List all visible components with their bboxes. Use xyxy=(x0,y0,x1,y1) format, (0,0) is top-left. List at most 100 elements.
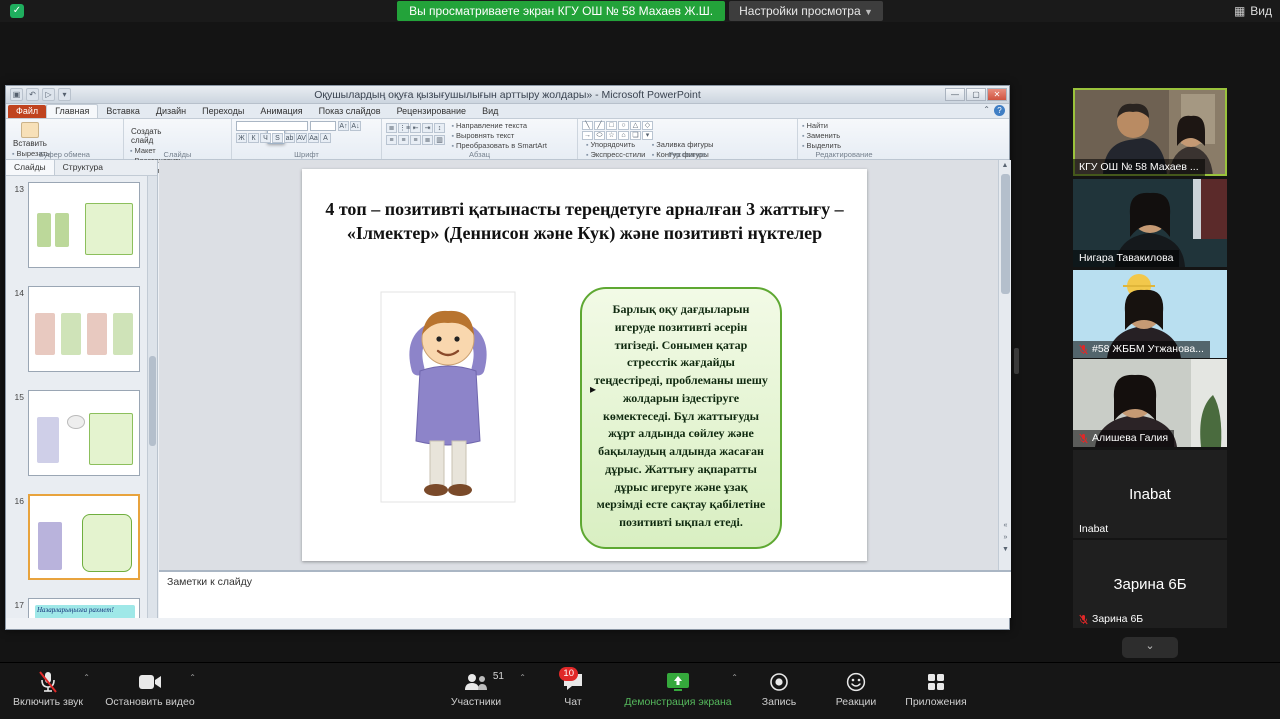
collapse-videos-button[interactable]: ⌄ xyxy=(1122,637,1178,658)
ribbon-group-drawing: ╲╱□○△◇→⬭☆⌂❏▾ Упорядочить Экспресс-стили … xyxy=(578,119,798,159)
chevron-up-icon[interactable]: ⌃ xyxy=(83,673,90,682)
participant-name: Нигара Тавакилова xyxy=(1073,250,1179,267)
muted-mic-icon xyxy=(37,670,59,694)
align-text-button[interactable]: Выровнять текст xyxy=(451,131,546,140)
font-style-buttons[interactable]: ЖКЧSabAVAaA xyxy=(236,133,377,143)
unmute-button[interactable]: Включить звук ⌃ xyxy=(0,669,96,715)
slide-title: 4 топ – позитивті қатынасты тереңдетуге … xyxy=(324,197,845,246)
muted-mic-icon xyxy=(1079,433,1088,444)
smiley-icon xyxy=(846,672,866,692)
participant-name: #58 ЖББМ Утжанова... xyxy=(1073,341,1210,358)
participant-name: Алишева Галия xyxy=(1073,430,1174,447)
participant-display-name: Inabat xyxy=(1073,486,1227,503)
previous-slide-icon[interactable]: « xyxy=(999,520,1012,532)
participant-tile[interactable]: Inabat Inabat xyxy=(1073,450,1227,538)
shrink-font-icon[interactable]: A↓ xyxy=(350,121,361,131)
reactions-button[interactable]: Реакции xyxy=(818,669,894,715)
tab-outline[interactable]: Структура xyxy=(55,160,111,175)
close-button[interactable]: ✕ xyxy=(987,88,1007,101)
window-title: Оқушылардың оқуға қызығушылығын арттыру … xyxy=(6,86,1009,104)
view-mode-label: Вид xyxy=(1250,1,1272,21)
next-slide-icon[interactable]: » xyxy=(999,532,1012,544)
chat-button[interactable]: 10 Чат xyxy=(534,669,612,715)
slide-thumbnail-15[interactable]: 15 xyxy=(10,390,146,486)
tab-home[interactable]: Главная xyxy=(46,104,98,118)
ribbon-tab-bar: Файл Главная Вставка Дизайн Переходы Ани… xyxy=(6,104,1009,119)
participant-tile-host[interactable]: КГУ ОШ № 58 Махаев ... xyxy=(1073,88,1227,176)
tab-file[interactable]: Файл xyxy=(8,105,46,118)
minimize-button[interactable]: — xyxy=(945,88,965,101)
slide-thumbnail-17[interactable]: 17 Назарларыңызға рахмет! xyxy=(10,598,146,618)
scroll-down-icon[interactable]: ▼ xyxy=(999,544,1012,556)
powerpoint-title-bar: ▣↶▷▾ Оқушылардың оқуға қызығушылығын арт… xyxy=(6,86,1009,104)
paste-button[interactable]: Вставить xyxy=(10,121,50,149)
maximize-button[interactable]: ▢ xyxy=(966,88,986,101)
boy-illustration xyxy=(380,291,516,503)
notes-pane[interactable]: Заметки к слайду xyxy=(159,570,1011,618)
notes-placeholder: Заметки к слайду xyxy=(167,576,252,588)
participant-tile[interactable]: Зарина 6Б Зарина 6Б xyxy=(1073,540,1227,628)
text-direction-button[interactable]: Направление текста xyxy=(451,121,546,130)
share-screen-button[interactable]: Демонстрация экрана ⌃ xyxy=(612,669,744,715)
chevron-up-icon[interactable]: ⌃ xyxy=(731,673,738,682)
slide-body-text: Барлық оқу дағдыларын игеруде позитивті … xyxy=(592,301,770,532)
font-name-box[interactable] xyxy=(236,121,308,131)
record-button[interactable]: Запись xyxy=(744,669,814,715)
slide-thumbnail-16[interactable]: 16 xyxy=(10,494,146,590)
panel-splitter-handle[interactable] xyxy=(1014,348,1019,374)
font-size-box[interactable] xyxy=(310,121,336,131)
ribbon-group-font: A↑A↓ ЖКЧSabAVAaA Шрифт xyxy=(232,119,382,159)
meeting-toolbar: Включить звук ⌃ Остановить видео ⌃ xyxy=(0,662,1280,719)
grid-view-icon: ▦ xyxy=(1234,1,1245,21)
participant-tile[interactable]: Алишева Галия xyxy=(1073,359,1227,447)
scroll-up-icon[interactable]: ▲ xyxy=(999,160,1011,172)
help-icon[interactable]: ? xyxy=(994,105,1005,116)
participant-tile[interactable]: #58 ЖББМ Утжанова... xyxy=(1073,270,1227,358)
slide-thumbnail-13[interactable]: 13 xyxy=(10,182,146,278)
view-mode-button[interactable]: ▦ Вид xyxy=(1234,1,1272,21)
ribbon-group-clipboard: Вставить Вырезать Копировать Формат по о… xyxy=(6,119,124,159)
participant-tile[interactable]: Нигара Тавакилова xyxy=(1073,179,1227,267)
meeting-top-bar: ✓ Вы просматриваете экран КГУ ОШ № 58 Ма… xyxy=(0,0,1280,22)
slide-thumbnail-14[interactable]: 14 xyxy=(10,286,146,382)
find-button[interactable]: Найти xyxy=(802,121,841,130)
shape-fill-button[interactable]: Заливка фигуры xyxy=(652,140,714,149)
stop-video-button[interactable]: Остановить видео ⌃ xyxy=(98,669,202,715)
zoom-meeting-window: ✓ Вы просматриваете экран КГУ ОШ № 58 Ма… xyxy=(0,0,1280,719)
participants-icon xyxy=(463,672,489,692)
new-slide-button[interactable]: Создать слайд xyxy=(128,126,174,146)
select-button[interactable]: Выделить xyxy=(802,141,841,150)
tab-transitions[interactable]: Переходы xyxy=(194,105,252,118)
minimize-ribbon-icon[interactable]: ⌃ xyxy=(983,105,990,116)
slide-scrollbar[interactable]: ▲ «»▼ xyxy=(998,160,1011,570)
tab-slideshow[interactable]: Показ слайдов xyxy=(311,105,389,118)
tab-animations[interactable]: Анимация xyxy=(252,105,310,118)
tab-review[interactable]: Рецензирование xyxy=(389,105,475,118)
participant-display-name: Зарина 6Б xyxy=(1073,576,1227,593)
align-buttons[interactable]: ≡≡≡≣▥ xyxy=(386,135,445,145)
powerpoint-window: ▣↶▷▾ Оқушылардың оқуға қызығушылығын арт… xyxy=(5,85,1010,630)
list-buttons[interactable]: ≣⋮≡⇤⇥↕ xyxy=(386,123,445,133)
tab-insert[interactable]: Вставка xyxy=(98,105,147,118)
view-settings-button[interactable]: Настройки просмотра ▼ xyxy=(729,1,883,21)
apps-button[interactable]: Приложения xyxy=(894,669,978,715)
share-screen-icon xyxy=(666,672,690,692)
chevron-up-icon[interactable]: ⌃ xyxy=(519,673,526,682)
tab-design[interactable]: Дизайн xyxy=(148,105,194,118)
replace-button[interactable]: Заменить xyxy=(802,131,841,140)
shapes-gallery[interactable]: ╲╱□○△◇→⬭☆⌂❏▾ xyxy=(582,121,793,140)
screen-share-banner: Вы просматриваете экран КГУ ОШ № 58 Маха… xyxy=(397,1,725,21)
apps-icon xyxy=(926,672,946,692)
paste-icon xyxy=(21,122,39,138)
current-slide[interactable]: 4 топ – позитивті қатынасты тереңдетуге … xyxy=(302,169,867,561)
chevron-up-icon[interactable]: ⌃ xyxy=(189,673,196,682)
ribbon-group-editing: Найти Заменить Выделить Редактирование xyxy=(798,119,890,159)
smartart-button[interactable]: Преобразовать в SmartArt xyxy=(451,141,546,150)
participant-name: КГУ ОШ № 58 Махаев ... xyxy=(1073,159,1205,176)
participants-button[interactable]: 51 Участники ⌃ xyxy=(420,669,532,715)
tab-view[interactable]: Вид xyxy=(474,105,506,118)
slides-panel-scrollbar[interactable] xyxy=(147,176,157,618)
tab-slides[interactable]: Слайды xyxy=(6,160,55,175)
grow-font-icon[interactable]: A↑ xyxy=(338,121,349,131)
arrange-button[interactable]: Упорядочить xyxy=(586,140,645,149)
